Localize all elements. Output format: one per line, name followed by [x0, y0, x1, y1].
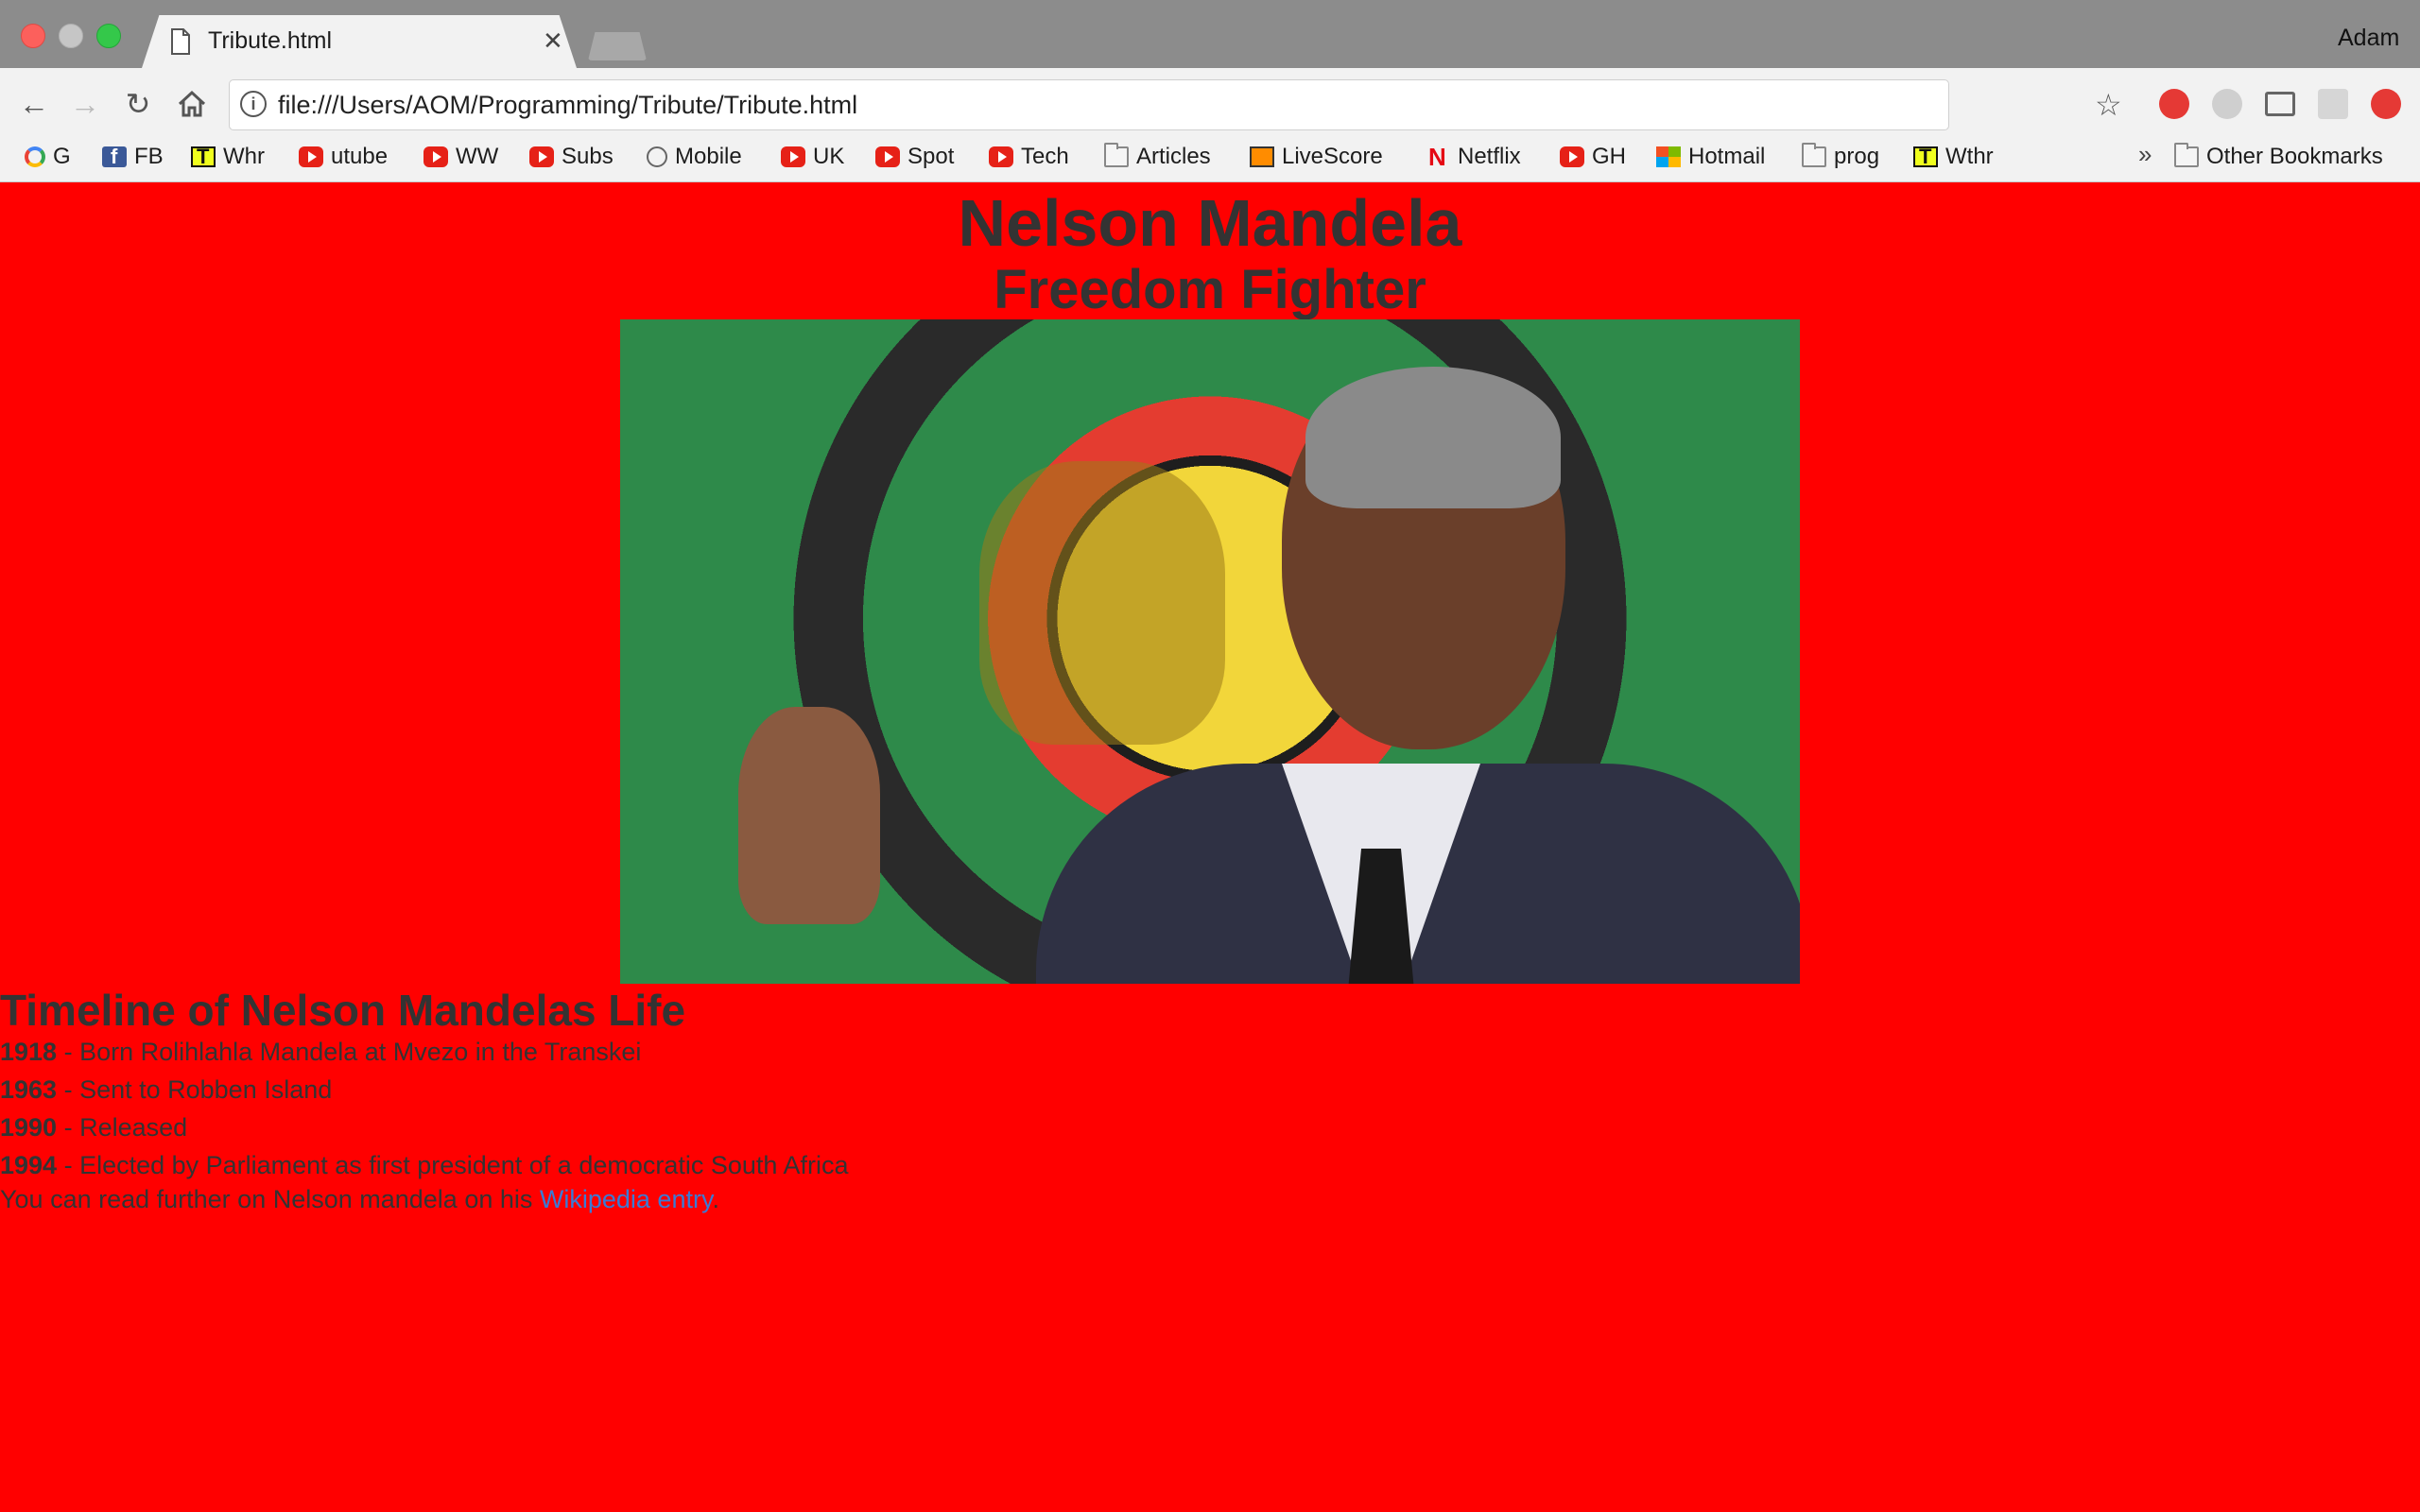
bookmark-star-icon[interactable]: ☆ [2095, 87, 2122, 123]
minimize-window-button[interactable] [59, 24, 83, 48]
bookmark-gh[interactable]: GH [1560, 142, 1626, 172]
bookmark-mobile[interactable]: Mobile [647, 142, 742, 172]
bookmark-wthr[interactable]: Wthr [1913, 142, 1994, 172]
t-icon [191, 145, 216, 169]
reload-icon[interactable]: ↻ [121, 87, 155, 121]
youtube-icon [529, 146, 554, 167]
folder-icon [2174, 143, 2199, 167]
bookmark-uk[interactable]: UK [781, 142, 844, 172]
youtube-icon [299, 146, 323, 167]
facebook-icon [102, 145, 127, 169]
bookmark-ww[interactable]: WW [424, 142, 498, 172]
wikipedia-link[interactable]: Wikipedia entry [540, 1185, 713, 1213]
profile-name[interactable]: Adam [2338, 25, 2399, 52]
t-icon [1913, 145, 1938, 169]
bookmark-g[interactable]: G [25, 142, 71, 172]
bookmark-livescore[interactable]: LiveScore [1250, 142, 1383, 172]
info-icon[interactable]: i [240, 91, 267, 117]
url-text[interactable]: file:///Users/AOM/Programming/Tribute/Tr… [278, 91, 857, 120]
timeline-event: 1990 - Released [0, 1113, 188, 1142]
youtube-icon [875, 146, 900, 167]
google-icon [25, 146, 45, 167]
bookmark-tech[interactable]: Tech [989, 142, 1069, 172]
cast-icon[interactable] [2265, 92, 2295, 116]
upload-extension-icon[interactable] [2371, 89, 2401, 119]
timeline-heading: Timeline of Nelson Mandelas Life [0, 986, 686, 1035]
folder-icon [1802, 143, 1826, 167]
file-icon [171, 28, 190, 55]
timeline-event: 1918 - Born Rolihlahla Mandela at Mvezo … [0, 1038, 642, 1066]
tab-tribute[interactable] [142, 15, 577, 68]
bookmark-netflix[interactable]: Netflix [1426, 142, 1521, 172]
maximize-window-button[interactable] [96, 24, 121, 48]
browser-chrome: Tribute.html ✕ Adam ← → ↻ i file:///User… [0, 0, 2420, 182]
further-reading: You can read further on Nelson mandela o… [0, 1185, 719, 1213]
bookmark-prog[interactable]: prog [1802, 142, 1879, 172]
page-title: Nelson Mandela [958, 186, 1462, 260]
netflix-icon [1426, 143, 1450, 172]
bookmark-subs[interactable]: Subs [529, 142, 614, 172]
react-devtools-icon[interactable] [2318, 89, 2348, 119]
forward-icon[interactable]: → [68, 87, 102, 121]
page-subtitle: Freedom Fighter [994, 259, 1426, 320]
mandela-photo [620, 319, 1800, 984]
history-icon [647, 146, 667, 167]
youtube-icon [781, 146, 805, 167]
youtube-icon [989, 146, 1013, 167]
bookmark-whr[interactable]: Whr [191, 142, 265, 172]
page-content: Nelson Mandela Freedom Fighter Timeline … [0, 182, 2420, 1512]
timeline-event: 1994 - Elected by Parliament as first pr… [0, 1151, 849, 1179]
bookmark-fb[interactable]: FB [102, 142, 164, 172]
bookmark-spot[interactable]: Spot [875, 142, 954, 172]
youtube-icon [424, 146, 448, 167]
extension-icon[interactable] [2212, 89, 2242, 119]
close-tab-icon[interactable]: ✕ [543, 26, 563, 56]
home-icon[interactable] [176, 89, 208, 119]
bookmarks-overflow-chevron[interactable]: » [2138, 140, 2152, 169]
new-tab-button[interactable] [588, 32, 647, 60]
bookmark-utube[interactable]: utube [299, 142, 388, 172]
livescore-icon [1250, 146, 1274, 167]
bookmark-articles[interactable]: Articles [1104, 142, 1211, 172]
tab-title: Tribute.html [208, 27, 333, 54]
timeline-event: 1963 - Sent to Robben Island [0, 1075, 333, 1104]
folder-icon [1104, 143, 1129, 167]
youtube-icon [1560, 146, 1584, 167]
bookmark-other-bookmarks[interactable]: Other Bookmarks [2174, 142, 2383, 172]
close-window-button[interactable] [21, 24, 45, 48]
microsoft-icon [1656, 146, 1681, 167]
opera-extension-icon[interactable] [2159, 89, 2189, 119]
back-icon[interactable]: ← [17, 87, 51, 121]
bookmark-hotmail[interactable]: Hotmail [1656, 142, 1765, 172]
